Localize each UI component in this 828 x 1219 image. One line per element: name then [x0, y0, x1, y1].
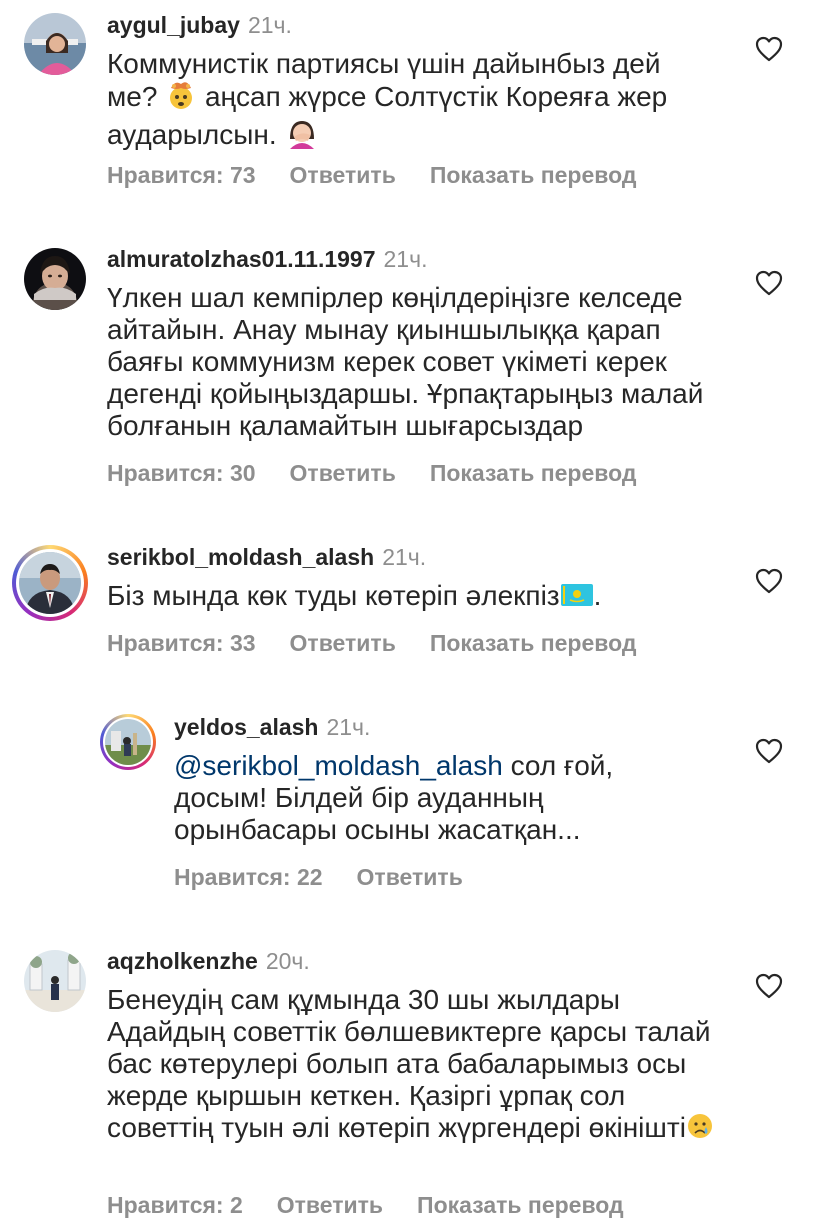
timestamp: 21ч.: [326, 714, 371, 740]
comment-text: Коммунистік партиясы үшін дайынбыз дей м…: [107, 48, 717, 156]
avatar[interactable]: [12, 545, 88, 621]
reply-button[interactable]: Ответить: [357, 864, 463, 890]
likes-count[interactable]: Нравится: 33: [107, 630, 256, 656]
avatar[interactable]: [24, 950, 86, 1012]
heart-icon[interactable]: [755, 738, 783, 764]
show-translation-button[interactable]: Показать перевод: [417, 1192, 624, 1218]
username[interactable]: yeldos_alash: [174, 714, 318, 740]
heart-icon[interactable]: [755, 568, 783, 594]
heart-icon[interactable]: [755, 36, 783, 62]
kazakhstan-flag-emoji: [560, 582, 594, 614]
username[interactable]: aygul_jubay: [107, 12, 240, 38]
comment-text: Бенеудің сам құмында 30 шы жылдары Адайд…: [107, 984, 717, 1147]
mention-link[interactable]: @serikbol_moldash_alash: [174, 750, 503, 781]
avatar[interactable]: [100, 714, 156, 770]
show-translation-button[interactable]: Показать перевод: [430, 630, 637, 656]
timestamp: 21ч.: [382, 544, 427, 570]
timestamp: 21ч.: [247, 12, 292, 38]
comment-text: Біз мында көк туды көтеріп әлекпіз.: [107, 580, 717, 614]
reply-button[interactable]: Ответить: [290, 630, 396, 656]
comment-text: Үлкен шал кемпірлер көңілдеріңізге келсе…: [107, 282, 704, 441]
exploding-head-emoji: [165, 80, 197, 117]
avatar[interactable]: [24, 13, 86, 75]
likes-count[interactable]: Нравится: 30: [107, 460, 256, 486]
likes-count[interactable]: Нравится: 22: [174, 864, 323, 890]
show-translation-button[interactable]: Показать перевод: [430, 162, 637, 188]
reply-button[interactable]: Ответить: [277, 1192, 383, 1218]
timestamp: 20ч.: [265, 948, 310, 974]
username[interactable]: serikbol_moldash_alash: [107, 544, 374, 570]
heart-icon[interactable]: [755, 973, 783, 999]
likes-count[interactable]: Нравится: 2: [107, 1192, 243, 1218]
heart-icon[interactable]: [755, 270, 783, 296]
reply-button[interactable]: Ответить: [290, 460, 396, 486]
username[interactable]: almuratolzhas01.11.1997: [107, 246, 376, 272]
avatar[interactable]: [24, 248, 86, 310]
reply-button[interactable]: Ответить: [290, 162, 396, 188]
comment-text: @serikbol_moldash_alash сол ғой, досым! …: [174, 750, 614, 845]
username[interactable]: aqzholkenzhe: [107, 948, 258, 974]
timestamp: 21ч.: [383, 246, 428, 272]
likes-count[interactable]: Нравится: 73: [107, 162, 256, 188]
crying-face-emoji: [686, 1112, 714, 1147]
show-translation-button[interactable]: Показать перевод: [430, 460, 637, 486]
woman-facepalming-emoji: [284, 117, 320, 156]
